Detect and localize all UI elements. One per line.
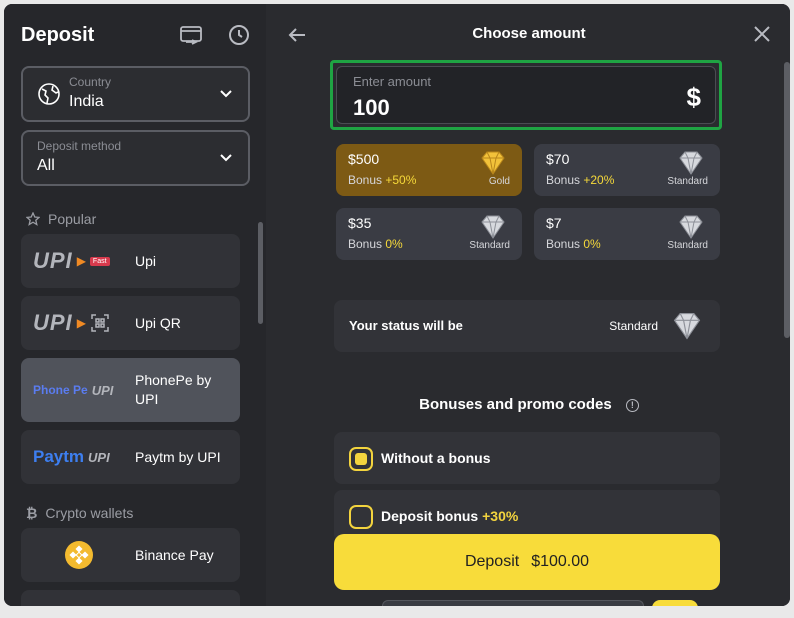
- amount-label: Enter amount: [353, 74, 432, 89]
- preset-amount: $35: [348, 215, 372, 231]
- status-card: Your status will be Standard: [334, 300, 720, 352]
- bonus-heading-label: Bonuses and promo codes: [419, 396, 612, 413]
- amount-input-highlight: Enter amount 100 $: [330, 60, 722, 130]
- sidebar-title: Deposit: [21, 24, 95, 46]
- preset-7[interactable]: $7 Bonus 0% Standard: [534, 208, 720, 260]
- silver-diamond-icon: [679, 215, 703, 239]
- binance-icon: [65, 541, 93, 569]
- main-scrollbar[interactable]: [784, 62, 790, 338]
- method-paytm[interactable]: Paytm UPI Paytm by UPI: [21, 430, 240, 484]
- method-binance-name: Binance Pay: [135, 546, 214, 563]
- crypto-heading-label: Crypto wallets: [45, 505, 134, 521]
- country-select[interactable]: Country India: [21, 66, 250, 122]
- upi-logo-text: UPI: [33, 310, 73, 335]
- status-label: Your status will be: [349, 318, 463, 333]
- upi-logo-text: UPI: [91, 382, 114, 398]
- method-paytm-name: Paytm by UPI: [135, 448, 221, 465]
- globe-icon: [38, 83, 60, 105]
- upi-logo: UPI ▶ Fast: [33, 234, 110, 288]
- preset-amount: $500: [348, 151, 380, 167]
- main-panel: Choose amount Enter amount 100 $ $500 Bo…: [268, 4, 790, 606]
- deposit-button-amount: $100.00: [531, 553, 590, 570]
- method-phonepe-name: PhonePe by UPI: [135, 372, 212, 407]
- country-label: Country: [69, 75, 112, 89]
- paytm-logo-text: Paytm: [33, 447, 85, 466]
- upi-qr-logo: UPI ▶: [33, 296, 110, 350]
- method-upi-name: Upi: [135, 252, 157, 269]
- deposit-button[interactable]: Deposit $100.00: [334, 534, 720, 590]
- deposit-method-select[interactable]: Deposit method All: [21, 130, 250, 186]
- deposit-button-label: Deposit: [464, 553, 520, 570]
- silver-diamond-icon: [481, 215, 505, 239]
- upi-logo-text: UPI: [88, 449, 110, 465]
- upi-logo-text: UPI: [33, 248, 73, 273]
- preset-35[interactable]: $35 Bonus 0% Standard: [336, 208, 522, 260]
- method-upi-qr[interactable]: UPI ▶ Upi QR: [21, 296, 240, 350]
- currency-symbol: $: [686, 82, 701, 112]
- deposit-method-label: Deposit method: [37, 139, 122, 153]
- preset-amount: $7: [546, 215, 562, 231]
- sidebar-scrollbar[interactable]: [258, 222, 263, 324]
- sidebar: Deposit Country India Deposit method All: [4, 4, 266, 606]
- qr-code-icon: [91, 314, 109, 332]
- close-icon[interactable]: [752, 24, 772, 44]
- binance-logo: [65, 528, 93, 582]
- deposit-method-value: All: [37, 157, 55, 174]
- preset-bonus: Bonus 0%: [546, 237, 601, 251]
- popular-heading: Popular: [26, 211, 96, 227]
- option-label: Without a bonus: [381, 450, 491, 466]
- preset-bonus: Bonus 0%: [348, 237, 403, 251]
- star-icon: [26, 212, 40, 226]
- preset-500[interactable]: $500 Bonus +50% Gold: [336, 144, 522, 196]
- option-label: Deposit bonus +30%: [381, 508, 519, 524]
- upi-arrow-icon: ▶: [76, 254, 86, 268]
- chevron-down-icon: [220, 90, 232, 98]
- phonepe-logo: Phone Pe UPI: [33, 358, 113, 422]
- country-value: India: [69, 93, 104, 110]
- status-value: Standard: [609, 319, 658, 333]
- silver-diamond-icon: [673, 312, 701, 340]
- bitcoin-icon: ₿: [26, 505, 38, 521]
- method-next[interactable]: [21, 590, 240, 606]
- radio-unselected[interactable]: [349, 505, 373, 529]
- preset-70[interactable]: $70 Bonus +20% Standard: [534, 144, 720, 196]
- preset-bonus: Bonus +50%: [348, 173, 417, 187]
- promo-code-input[interactable]: [382, 600, 644, 606]
- option-without-bonus[interactable]: Without a bonus: [334, 432, 720, 484]
- preset-tier: Standard: [469, 240, 510, 251]
- method-phonepe[interactable]: Phone Pe UPI PhonePe by UPI: [21, 358, 240, 422]
- paytm-logo: Paytm UPI: [33, 430, 110, 484]
- fast-badge: Fast: [89, 256, 110, 266]
- preset-tier: Gold: [488, 176, 510, 187]
- card-transfer-icon[interactable]: [178, 22, 204, 48]
- radio-selected[interactable]: [349, 447, 373, 471]
- method-binance-pay[interactable]: Binance Pay: [21, 528, 240, 582]
- method-upi[interactable]: UPI ▶ Fast Upi: [21, 234, 240, 288]
- preset-tier: Standard: [667, 240, 708, 251]
- crypto-heading: ₿ Crypto wallets: [26, 505, 133, 521]
- preset-amount: $70: [546, 151, 570, 167]
- deposit-window: Deposit Country India Deposit method All: [4, 4, 790, 606]
- method-upi-qr-name: Upi QR: [135, 314, 181, 331]
- bonus-heading: Bonuses and promo codes !: [268, 396, 790, 413]
- phonepe-logo-text: Phone Pe: [33, 383, 88, 397]
- preset-tier: Standard: [667, 176, 708, 187]
- preset-bonus: Bonus +20%: [546, 173, 615, 187]
- history-icon[interactable]: [226, 22, 252, 48]
- page-title: Choose amount: [472, 25, 586, 42]
- popular-heading-label: Popular: [48, 211, 97, 227]
- chevron-down-icon: [220, 154, 232, 162]
- amount-value: 100: [353, 95, 390, 120]
- silver-diamond-icon: [679, 151, 703, 175]
- upi-arrow-icon: ▶: [76, 316, 86, 330]
- info-icon[interactable]: !: [625, 398, 639, 412]
- promo-apply-button[interactable]: [652, 600, 698, 606]
- gold-diamond-icon: [481, 151, 505, 175]
- amount-input[interactable]: Enter amount 100 $: [336, 66, 716, 124]
